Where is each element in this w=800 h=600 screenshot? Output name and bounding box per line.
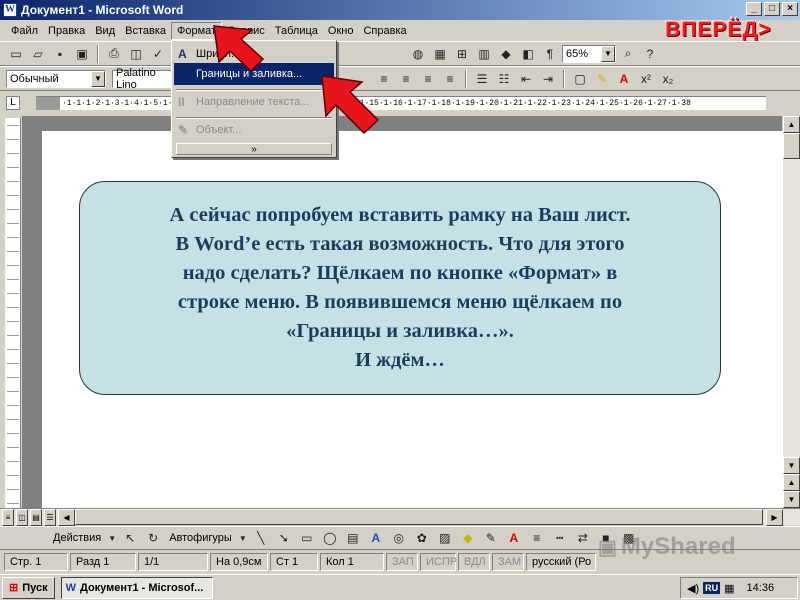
network-icon[interactable]: ▦ bbox=[724, 582, 734, 595]
myshared-watermark: ▣ MyShared bbox=[598, 533, 736, 561]
textbox-icon[interactable]: ▤ bbox=[343, 528, 363, 548]
autoshapes-menu[interactable]: Автофигуры bbox=[166, 532, 235, 544]
arrow-pointer-icon bbox=[321, 75, 380, 135]
fill-color-icon[interactable]: ◆ bbox=[458, 528, 478, 548]
pointer-arrows bbox=[213, 25, 380, 135]
status-column: Кол 1 bbox=[320, 553, 384, 571]
projector-icon: ▣ bbox=[598, 536, 617, 559]
word-icon: W bbox=[65, 581, 76, 594]
diagram-icon[interactable]: ◎ bbox=[389, 528, 409, 548]
rectangle-icon[interactable]: ▭ bbox=[297, 528, 317, 548]
taskbar-word-document[interactable]: W Документ1 - Microsof... bbox=[60, 576, 213, 599]
status-record[interactable]: ЗАП bbox=[386, 553, 418, 571]
status-position: На 0,9см bbox=[210, 553, 268, 571]
volume-icon[interactable]: ◀) bbox=[687, 582, 699, 595]
start-label: Пуск bbox=[22, 581, 48, 594]
status-extend[interactable]: ВДЛ bbox=[458, 553, 490, 571]
status-section: Разд 1 bbox=[70, 553, 136, 571]
taskbar: ⊞ Пуск W Документ1 - Microsof... ◀) RU ▦… bbox=[0, 574, 800, 600]
wordart-icon[interactable]: A bbox=[366, 528, 386, 548]
start-button[interactable]: ⊞ Пуск bbox=[2, 576, 55, 599]
clock: 14:36 bbox=[746, 582, 775, 594]
font-color-icon[interactable]: A bbox=[504, 528, 524, 548]
system-tray: ◀) RU ▦ 14:36 bbox=[680, 577, 798, 599]
actions-menu[interactable]: Действия bbox=[50, 532, 104, 544]
status-page: Стр. 1 bbox=[4, 553, 68, 571]
line-icon[interactable]: ╲ bbox=[251, 528, 271, 548]
task-label: Документ1 - Microsof... bbox=[79, 581, 204, 594]
watermark-text: MyShared bbox=[620, 533, 736, 560]
chevron-down-icon[interactable]: ▼ bbox=[107, 528, 117, 548]
arrow-pointer-icon bbox=[213, 25, 265, 73]
status-pages: 1/1 bbox=[138, 553, 208, 571]
chevron-down-icon[interactable]: ▼ bbox=[238, 528, 248, 548]
status-track-changes[interactable]: ИСПР bbox=[420, 553, 457, 571]
language-indicator[interactable]: RU bbox=[703, 582, 721, 594]
line-color-icon[interactable]: ✎ bbox=[481, 528, 501, 548]
dash-style-icon[interactable]: ┅ bbox=[550, 528, 570, 548]
line-style-icon[interactable]: ≡ bbox=[527, 528, 547, 548]
clipart-icon[interactable]: ✿ bbox=[412, 528, 432, 548]
arrow-icon[interactable]: ➘ bbox=[274, 528, 294, 548]
windows-logo-icon: ⊞ bbox=[9, 582, 19, 594]
arrow-style-icon[interactable]: ⇄ bbox=[573, 528, 593, 548]
oval-icon[interactable]: ◯ bbox=[320, 528, 340, 548]
status-line: Ст 1 bbox=[270, 553, 318, 571]
picture-icon[interactable]: ▨ bbox=[435, 528, 455, 548]
status-overtype[interactable]: ЗАМ bbox=[492, 553, 524, 571]
select-objects-icon[interactable]: ↖ bbox=[120, 528, 140, 548]
status-language: русский (Ро bbox=[526, 553, 596, 571]
rotate-icon[interactable]: ↻ bbox=[143, 528, 163, 548]
